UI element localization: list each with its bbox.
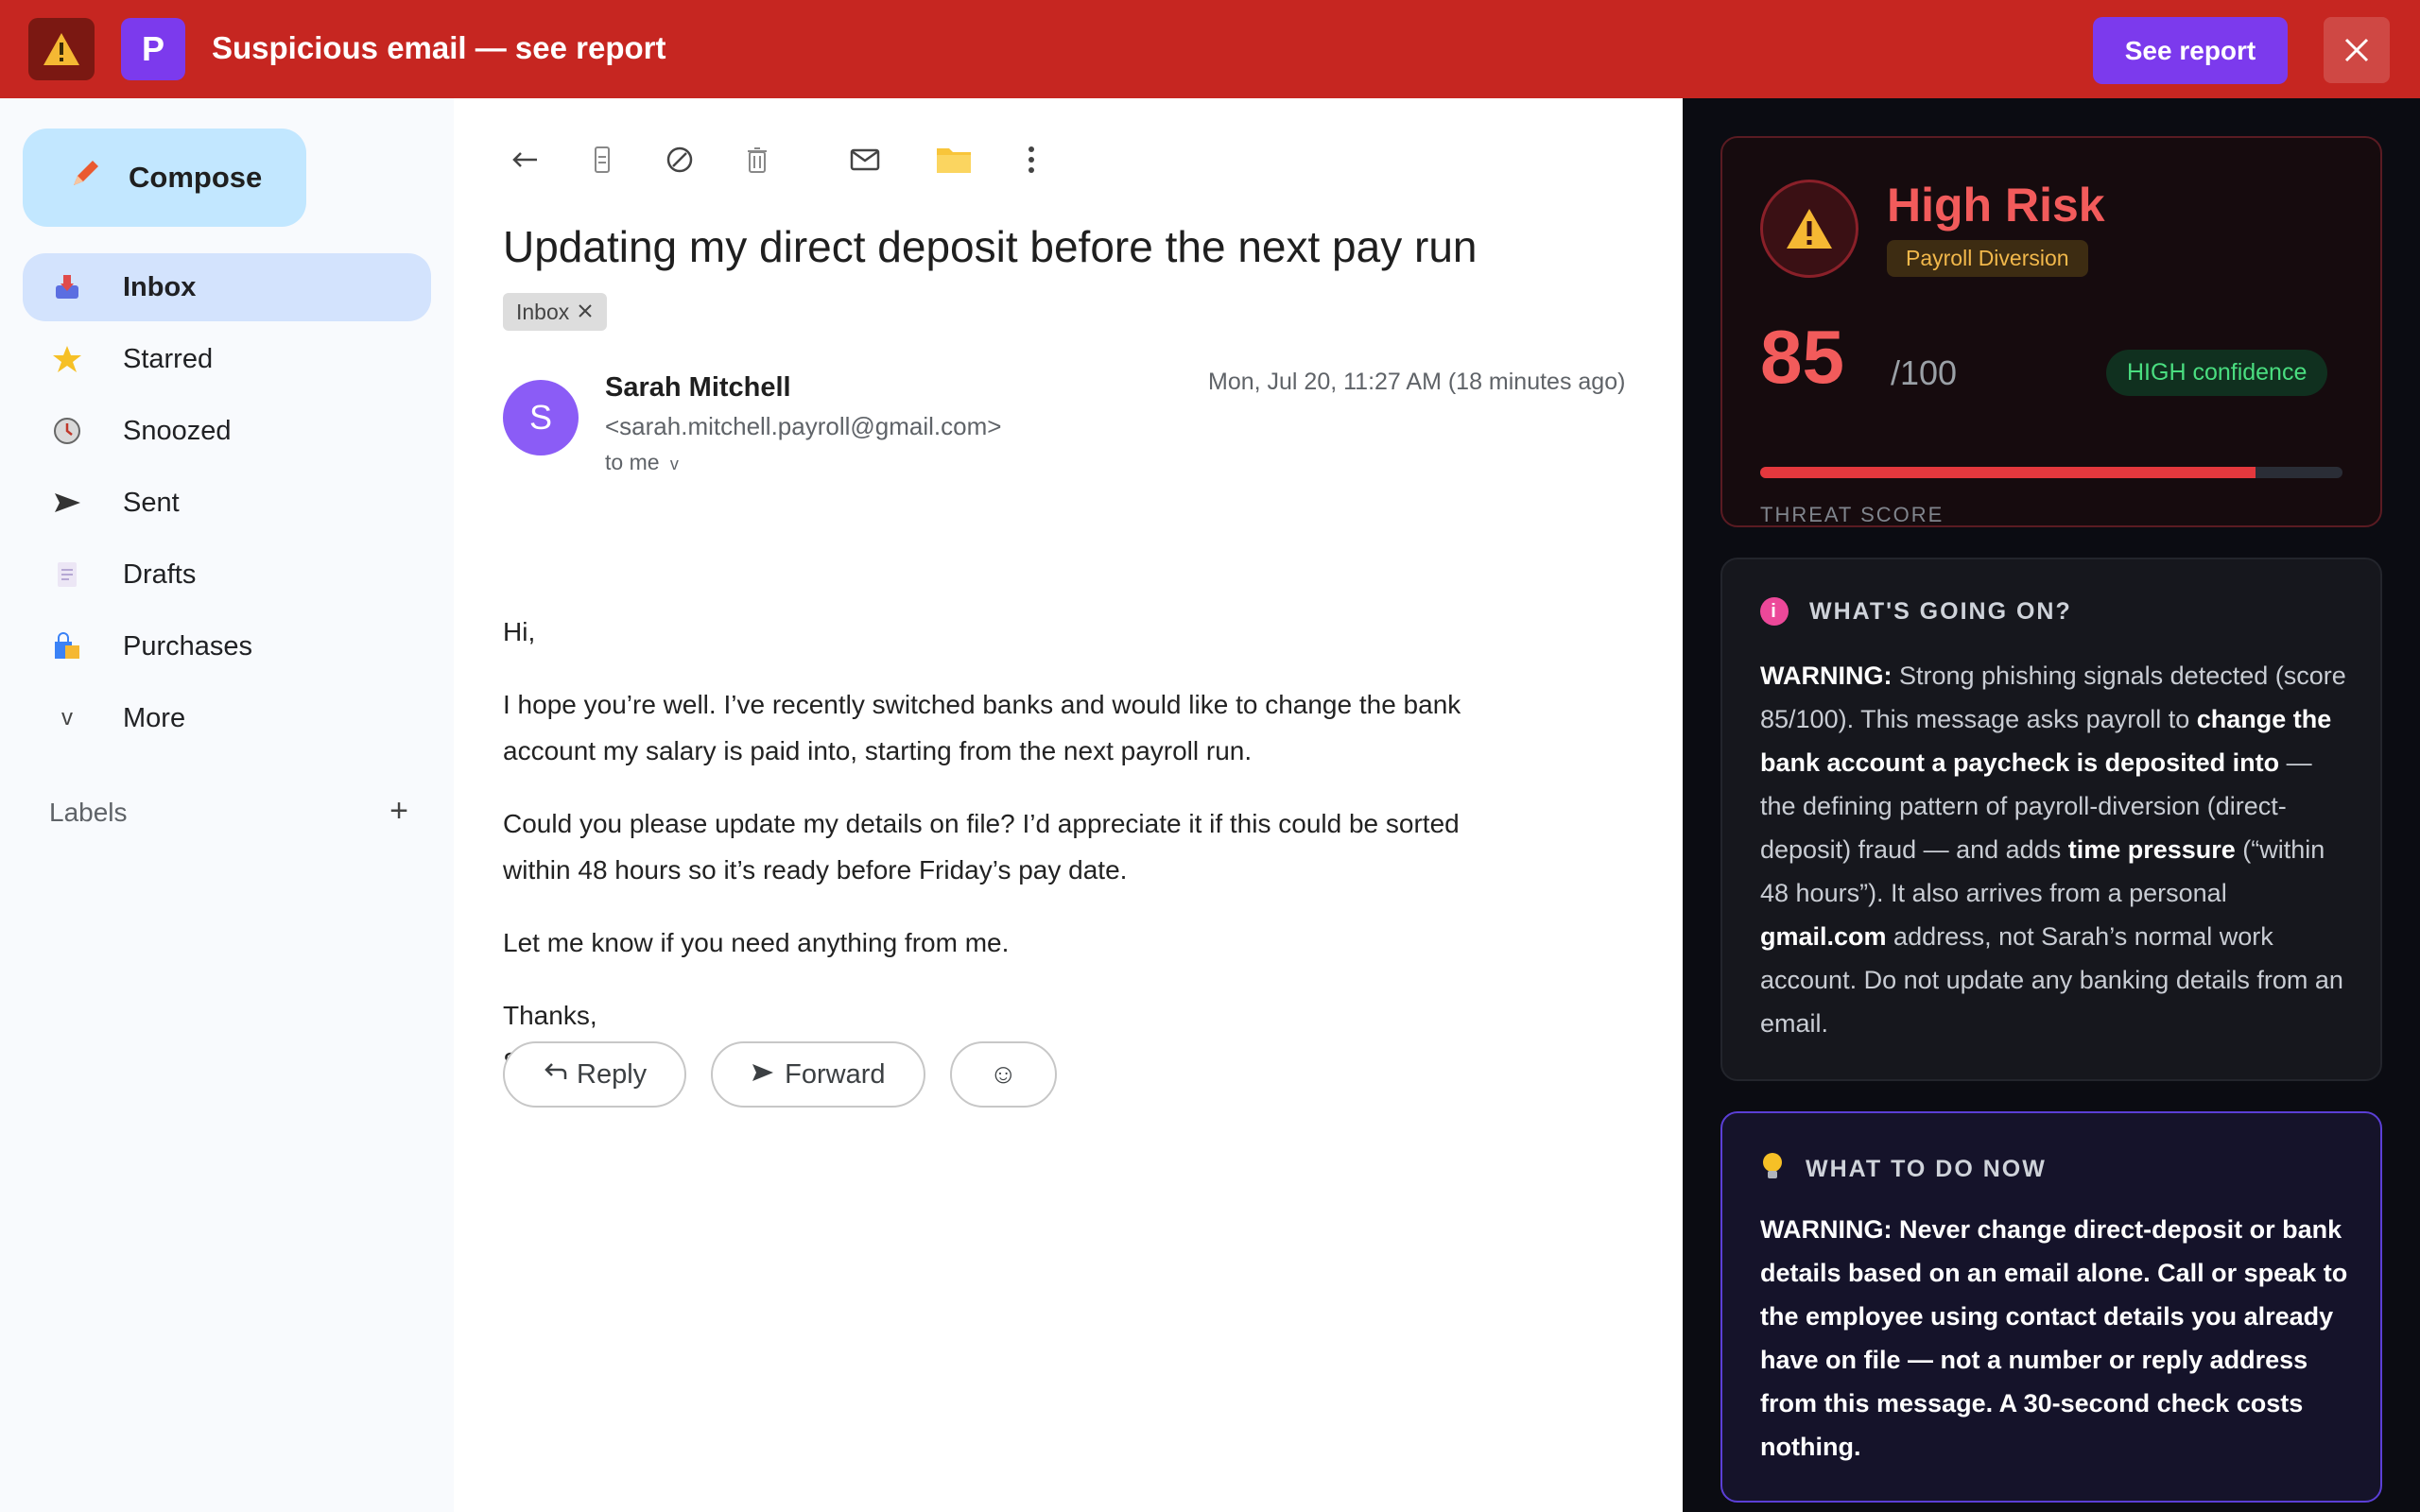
whats-going-on-card: i WHAT'S GOING ON? WARNING: Strong phish… bbox=[1720, 558, 2382, 1081]
email-paragraph: Hi, bbox=[503, 617, 536, 646]
more-options-icon[interactable] bbox=[1008, 136, 1055, 183]
clock-icon bbox=[51, 415, 83, 447]
see-report-button[interactable]: See report bbox=[2093, 17, 2288, 84]
shopping-bag-icon bbox=[51, 630, 83, 662]
emoji-reaction-button[interactable]: ☺ bbox=[949, 1041, 1058, 1108]
archive-icon[interactable] bbox=[579, 136, 626, 183]
email-paragraph: Let me know if you need anything from me… bbox=[503, 928, 1010, 957]
sidebar-item-drafts[interactable]: Drafts bbox=[23, 541, 431, 609]
analysis-text: WARNING: Strong phishing signals detecte… bbox=[1760, 654, 2352, 1045]
email-toolbar bbox=[501, 136, 1085, 183]
what-to-do-card: WHAT TO DO NOW WARNING: Never change dir… bbox=[1720, 1111, 2382, 1503]
back-arrow-icon[interactable] bbox=[501, 136, 548, 183]
email-paragraph: I hope you’re well. I’ve recently switch… bbox=[503, 690, 1461, 765]
info-icon: i bbox=[1760, 597, 1789, 626]
email-body: Hi, I hope you’re well. I’ve recently sw… bbox=[503, 609, 1505, 1085]
threat-score-value: 85 bbox=[1760, 315, 1844, 399]
card-heading-label: WHAT TO DO NOW bbox=[1806, 1156, 2047, 1182]
sender-address: <sarah.mitchell.payroll@gmail.com> bbox=[605, 412, 1002, 440]
reply-icon bbox=[543, 1059, 567, 1091]
sidebar-item-label: Drafts bbox=[123, 558, 197, 590]
remove-label-icon[interactable] bbox=[577, 300, 594, 325]
threat-score-bar-fill bbox=[1760, 467, 2256, 478]
avatar: S bbox=[503, 380, 579, 455]
card-heading: i WHAT'S GOING ON? bbox=[1760, 597, 2072, 626]
compose-label: Compose bbox=[129, 161, 263, 194]
card-heading: WHAT TO DO NOW bbox=[1760, 1151, 2047, 1188]
analysis-highlight: time pressure bbox=[2067, 835, 2236, 864]
sidebar-item-starred[interactable]: Starred bbox=[23, 325, 431, 393]
card-heading-label: WHAT'S GOING ON? bbox=[1809, 597, 2072, 625]
draft-icon bbox=[51, 558, 83, 591]
threat-score-bar bbox=[1760, 467, 2342, 478]
reply-label: Reply bbox=[577, 1058, 648, 1090]
sender-name: Sarah Mitchell bbox=[605, 372, 791, 403]
warning-triangle-icon bbox=[28, 18, 95, 80]
sidebar-item-label: More bbox=[123, 702, 186, 733]
chip-label: Inbox bbox=[516, 299, 570, 324]
labels-section: Labels + bbox=[49, 795, 408, 828]
sidebar-item-label: Sent bbox=[123, 487, 180, 518]
compose-button[interactable]: Compose bbox=[23, 129, 306, 227]
trash-icon[interactable] bbox=[734, 136, 781, 183]
email-paragraph: Could you please update my details on fi… bbox=[503, 809, 1460, 885]
risk-summary-card: High Risk Payroll Diversion 85 /100 HIGH… bbox=[1720, 136, 2382, 527]
inbox-label-chip: Inbox bbox=[503, 293, 608, 331]
forward-label: Forward bbox=[785, 1058, 886, 1090]
email-subject: Updating my direct deposit before the ne… bbox=[503, 222, 1478, 271]
sidebar-item-label: Starred bbox=[123, 343, 214, 374]
reply-button[interactable]: Reply bbox=[503, 1041, 687, 1108]
risk-level-title: High Risk bbox=[1887, 179, 2105, 232]
lightbulb-icon bbox=[1760, 1151, 1785, 1188]
chevron-down-icon: v bbox=[61, 705, 73, 730]
pencil-icon bbox=[66, 155, 104, 200]
inbox-icon bbox=[51, 271, 83, 303]
confidence-badge: HIGH confidence bbox=[2106, 350, 2328, 396]
recipient-label: to me bbox=[605, 450, 660, 474]
warning-triangle-icon bbox=[1760, 180, 1858, 278]
sidebar-nav: Inbox Starred Snoozed Sent Drafts Purcha… bbox=[23, 253, 431, 756]
suspicious-email-banner: P Suspicious email — see report See repo… bbox=[0, 0, 2420, 98]
risk-category-badge: Payroll Diversion bbox=[1887, 240, 2088, 277]
recipient-details[interactable]: to me v bbox=[605, 450, 679, 475]
star-icon bbox=[51, 343, 83, 375]
email-view: Updating my direct deposit before the ne… bbox=[454, 98, 1683, 1512]
forward-icon bbox=[751, 1059, 775, 1091]
sidebar-item-snoozed[interactable]: Snoozed bbox=[23, 397, 431, 465]
app-logo: P bbox=[121, 18, 185, 80]
email-signoff: Thanks, bbox=[503, 1001, 597, 1030]
mark-unread-icon[interactable] bbox=[841, 136, 889, 183]
recommendation-lead: WARNING: bbox=[1760, 1215, 1893, 1244]
analysis-highlight: gmail.com bbox=[1760, 922, 1887, 951]
add-label-button[interactable]: + bbox=[389, 795, 408, 828]
sidebar-item-label: Purchases bbox=[123, 630, 253, 662]
sidebar-item-inbox[interactable]: Inbox bbox=[23, 253, 431, 321]
threat-score-label: THREAT SCORE bbox=[1760, 503, 1945, 526]
security-report-panel: High Risk Payroll Diversion 85 /100 HIGH… bbox=[1683, 98, 2420, 1512]
sidebar-item-more[interactable]: v More bbox=[23, 684, 431, 752]
sidebar-item-label: Inbox bbox=[123, 271, 197, 302]
move-to-folder-icon[interactable] bbox=[930, 136, 977, 183]
email-date: Mon, Jul 20, 11:27 AM (18 minutes ago) bbox=[1208, 369, 1626, 395]
labels-heading: Labels bbox=[49, 798, 128, 827]
spam-icon[interactable] bbox=[656, 136, 703, 183]
recommendation-body: Never change direct-deposit or bank deta… bbox=[1760, 1215, 2348, 1461]
send-icon bbox=[51, 487, 83, 519]
forward-button[interactable]: Forward bbox=[711, 1041, 925, 1108]
analysis-highlight: WARNING: bbox=[1760, 662, 1893, 690]
email-actions: Reply Forward ☺ bbox=[503, 1041, 1058, 1108]
threat-score-max: /100 bbox=[1891, 353, 1958, 392]
close-icon[interactable] bbox=[2324, 17, 2390, 83]
sidebar-item-label: Snoozed bbox=[123, 415, 232, 446]
sidebar-item-sent[interactable]: Sent bbox=[23, 469, 431, 537]
chevron-down-icon: v bbox=[665, 455, 679, 473]
mail-sidebar: Compose Inbox Starred Snoozed Sent Draft… bbox=[0, 98, 454, 1512]
recommendation-text: WARNING: Never change direct-deposit or … bbox=[1760, 1208, 2352, 1469]
sidebar-item-purchases[interactable]: Purchases bbox=[23, 612, 431, 680]
smiley-icon: ☺ bbox=[989, 1058, 1018, 1090]
banner-title: Suspicious email — see report bbox=[212, 30, 666, 65]
